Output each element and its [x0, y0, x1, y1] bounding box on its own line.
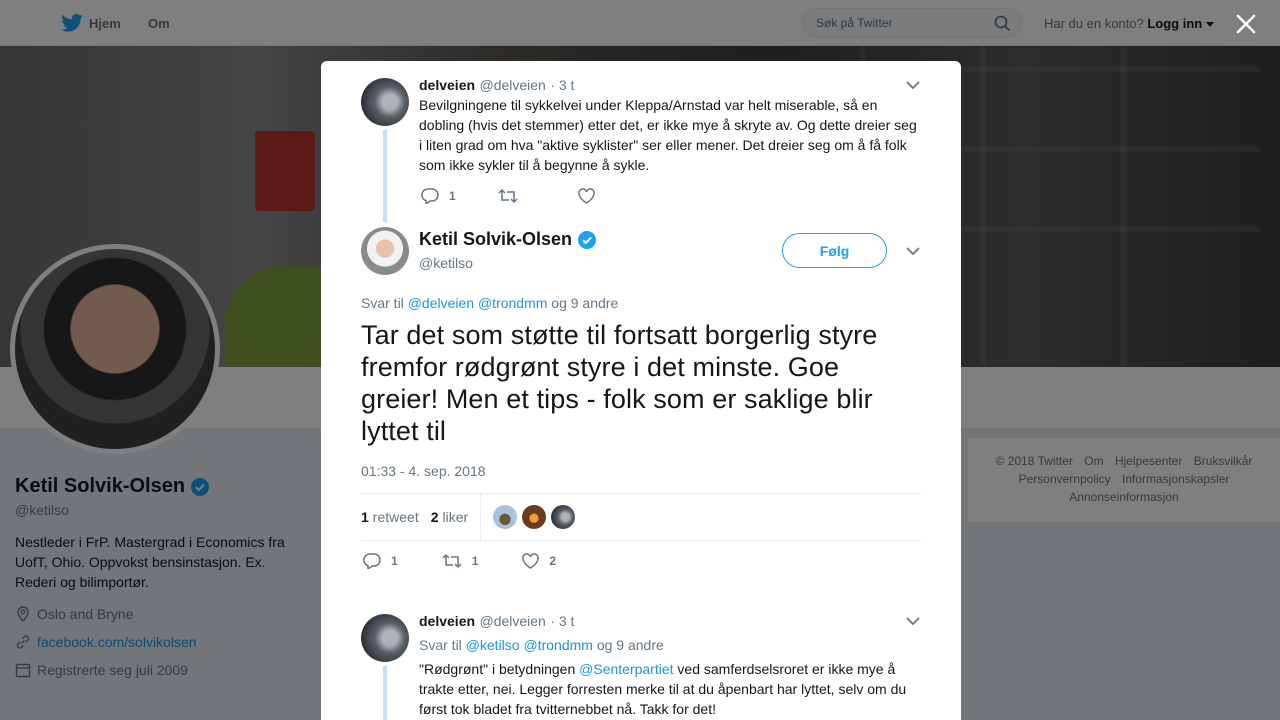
parent-tweet-header: delveien @delveien · 3 t [419, 77, 574, 95]
parent-tweet-handle[interactable]: @delveien [479, 77, 545, 93]
mention-link[interactable]: @Senterpartiet [579, 661, 673, 677]
main-tweet-timestamp[interactable]: 01:33 - 4. sep. 2018 [361, 463, 486, 479]
main-tweet-name[interactable]: Ketil Solvik-Olsen [419, 229, 572, 250]
thread-line [383, 666, 387, 720]
reply-icon [363, 553, 381, 569]
verified-badge-icon [578, 230, 597, 249]
main-tweet-author: Ketil Solvik-Olsen [419, 229, 597, 250]
retweet-button[interactable]: 1 [442, 553, 479, 569]
stats-divider [480, 493, 482, 541]
reply-prefix: Svar til [361, 295, 404, 311]
tweet-modal: delveien @delveien · 3 t Bevilgningene t… [321, 61, 961, 720]
reply-tweet-handle[interactable]: @delveien [479, 613, 545, 629]
retweet-stat-count: 1 [361, 509, 369, 525]
retweet-stat-label: retweet [372, 509, 419, 525]
main-tweet-reply-context: Svar til @delveien @trondmm og 9 andre [361, 295, 618, 311]
reply-count: 1 [449, 189, 456, 203]
chevron-down-icon[interactable] [906, 80, 920, 90]
reply-text-before: "Rødgrønt" i betydningen [419, 661, 576, 677]
reply-user-link[interactable]: @trondmm [478, 295, 547, 311]
avatar[interactable] [361, 614, 409, 662]
reply-button[interactable]: 1 [421, 188, 456, 204]
reply-count: 1 [391, 554, 398, 568]
chevron-down-icon[interactable] [906, 246, 920, 256]
avatar[interactable] [361, 78, 409, 126]
parent-tweet-time[interactable]: · 3 t [550, 77, 574, 93]
like-stat-label: liker [442, 509, 469, 525]
heart-icon [522, 553, 540, 569]
chevron-down-icon[interactable] [906, 616, 920, 626]
like-button[interactable]: 2 [522, 553, 556, 569]
reply-user-link[interactable]: @delveien [408, 295, 474, 311]
reply-tweet-time[interactable]: · 3 t [550, 613, 574, 629]
reply-tweet-text: "Rødgrønt" i betydningen @Senterpartiet … [419, 659, 919, 719]
reply-user-link[interactable]: @ketilso [466, 637, 520, 653]
main-tweet-actions: 1 1 2 [363, 553, 556, 569]
parent-tweet-text: Bevilgningene til sykkelvei under Kleppa… [419, 97, 917, 173]
reply-tweet-header: delveien @delveien · 3 t [419, 613, 574, 631]
like-button[interactable] [577, 188, 595, 204]
reply-user-link[interactable]: @trondmm [523, 637, 592, 653]
main-tweet-handle[interactable]: @ketilso [419, 255, 473, 271]
parent-tweet-actions: 1 [421, 188, 595, 204]
tweet-stats: 1 retweet 2 liker [361, 493, 921, 541]
retweet-icon [442, 553, 462, 569]
retweet-button[interactable] [498, 188, 518, 204]
close-icon[interactable] [1234, 12, 1258, 36]
retweet-count: 1 [471, 554, 479, 568]
reply-button[interactable]: 1 [363, 553, 398, 569]
avatar[interactable] [551, 505, 576, 529]
parent-tweet-name[interactable]: delveien [419, 77, 475, 93]
reply-tweet-context: Svar til @ketilso @trondmm og 9 andre [419, 637, 664, 653]
reply-tweet-name[interactable]: delveien [419, 613, 475, 629]
avatar[interactable] [522, 505, 547, 529]
avatar[interactable] [493, 505, 518, 529]
retweet-stat[interactable]: 1 retweet [361, 509, 419, 525]
like-count: 2 [549, 554, 557, 568]
like-stat-count: 2 [430, 509, 439, 525]
reply-suffix[interactable]: og 9 andre [597, 637, 664, 653]
main-tweet-text: Tar det som støtte til fortsatt borgerli… [361, 320, 878, 446]
retweet-icon [498, 188, 518, 204]
thread-line [383, 130, 387, 222]
reply-icon [421, 188, 439, 204]
like-stat[interactable]: 2 liker [431, 509, 468, 525]
heart-icon [577, 188, 595, 204]
reply-suffix[interactable]: og 9 andre [551, 295, 618, 311]
reply-prefix: Svar til [419, 637, 462, 653]
follow-button[interactable]: Følg [782, 233, 887, 268]
avatar[interactable] [361, 227, 409, 275]
